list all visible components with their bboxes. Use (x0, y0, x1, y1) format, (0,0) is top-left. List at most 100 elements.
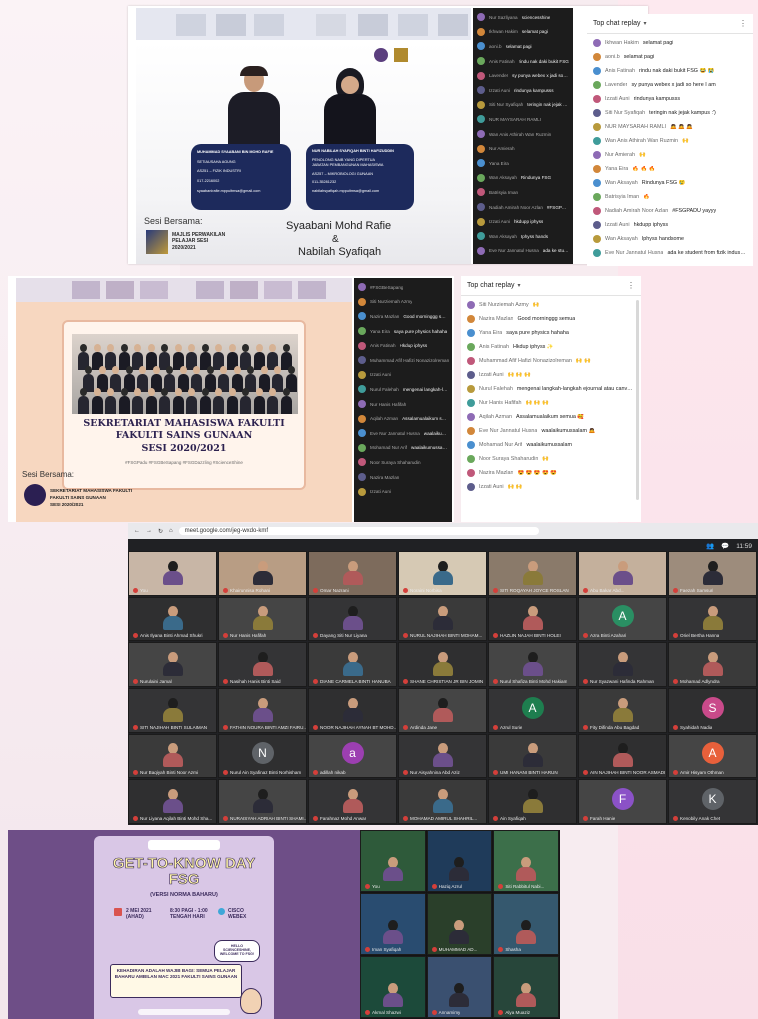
participant-tile[interactable]: HAZLIN NAJAH BINTI HOLEI (488, 596, 577, 642)
participant-tile[interactable]: SITI NAJIHAH BINTI SULAIMAN (128, 688, 217, 733)
participant-tile[interactable]: Nur Hanis Hafifah (218, 596, 307, 642)
participant-name: Haziq Azrul (431, 884, 462, 889)
participant-thumb[interactable] (216, 14, 246, 36)
participant-video (432, 697, 453, 722)
mic-muted-icon (673, 770, 678, 776)
participant-tile[interactable]: A Azra Binti Azahari (578, 596, 667, 642)
more-options-icon[interactable]: ⋮ (627, 281, 635, 290)
participant-thumb[interactable] (438, 14, 468, 36)
scrollbar[interactable] (636, 300, 639, 500)
participant-tile[interactable]: N Nurul Ain Syafinaz Binti Norhisham (218, 733, 307, 779)
participant-tile[interactable]: Noraini Norbisa (398, 551, 487, 596)
participant-tile[interactable]: MUHAMMAD AD... (426, 893, 493, 955)
people-icon[interactable]: 👥 (706, 542, 714, 550)
participant-thumb[interactable] (316, 14, 346, 36)
participant-tile[interactable]: Abu Bakar Abd... (578, 551, 667, 596)
participant-tile[interactable]: Faezah Samsuri (668, 551, 757, 596)
forward-icon[interactable]: → (146, 528, 152, 534)
participant-thumb[interactable] (254, 14, 284, 36)
participant-tile[interactable]: DIANE CARMELA BINTI HANUBA (308, 642, 397, 687)
participant-tile[interactable]: NOOR NAJIHAH AYNAH BT MOHD... (308, 688, 397, 733)
participant-tile[interactable]: a adillah nikab (308, 733, 397, 779)
participant-tile[interactable]: Nur Aisyahnina Abd Aziz (398, 733, 487, 779)
participant-tile[interactable]: FATHIN NOURA BINTI AMZI FAIRU... (218, 688, 307, 733)
home-icon[interactable]: ⌂ (169, 528, 173, 534)
chat-author: Wan Aksayah (489, 175, 517, 181)
participant-tile[interactable]: Farahnaz Mohd Anwar (308, 779, 397, 824)
participant-video (342, 606, 363, 631)
participant-tile[interactable]: A Azrul Surie (488, 688, 577, 733)
mic-muted-icon (431, 1010, 437, 1015)
chat-author: Lavender (489, 73, 509, 79)
participant-tile[interactable]: Mohamad Adlyndra (668, 642, 757, 687)
participant-thumb[interactable] (264, 281, 292, 299)
replay-title[interactable]: Top chat replay (467, 282, 514, 289)
participant-thumb[interactable] (176, 14, 206, 36)
participant-name-text: Anis Ilyana Binti Ahmad Shukri (140, 633, 203, 639)
participant-tile[interactable]: Siti Rabbitul Nabi... (493, 830, 559, 892)
mic-muted-icon (673, 724, 678, 730)
participant-tile[interactable]: Shasha (493, 893, 559, 955)
avatar (358, 429, 366, 438)
participant-tile[interactable]: Khairunnisa Rohani (218, 551, 307, 596)
back-icon[interactable]: ← (134, 528, 140, 534)
participant-tile[interactable]: F Farah Hanie (578, 779, 667, 824)
participant-tile[interactable]: Alya Muaziz (493, 956, 559, 1018)
mic-muted-icon (313, 815, 318, 821)
participant-thumb[interactable] (140, 281, 168, 299)
participant-tile[interactable]: S Syahidah Nadia (668, 688, 757, 733)
chat-icon[interactable]: 💬 (721, 542, 729, 550)
participant-tile[interactable]: Nur Syazwani Hafinda Rahman (578, 642, 667, 687)
participant-tile[interactable]: Oriel Bertha Hanna (668, 596, 757, 642)
participant-tile[interactable]: Akmal Shazwi (360, 956, 426, 1018)
participant-thumb[interactable] (106, 281, 134, 299)
participant-tile[interactable]: You (360, 830, 426, 892)
participant-thumb[interactable] (72, 281, 100, 299)
participant-tile[interactable]: Annamimy (426, 956, 493, 1018)
participant-tile[interactable]: UMI HANANI BINTI HARUN (488, 733, 577, 779)
chat-message: Ikhwan Hakim selamat pagi (477, 25, 569, 40)
participant-name-text: Nurulaini Jamal (140, 678, 172, 684)
participant-thumb[interactable] (230, 281, 258, 299)
participant-thumb[interactable] (196, 281, 224, 299)
participant-thumb[interactable] (358, 14, 388, 36)
participant-name: NURAISYAH ADRIAH BINTI SHAMI... (223, 815, 306, 821)
avatar (477, 86, 485, 95)
participant-tile[interactable]: K Kenobily Anak Chet (668, 779, 757, 824)
participant-tile[interactable]: NURAISYAH ADRIAH BINTI SHAMI... (218, 779, 307, 824)
participant-tile[interactable]: MOHAMAD AMIRUL SHAHRIL... (398, 779, 487, 824)
url-bar[interactable]: meet.google.com/jeg-wxdo-kmf (178, 527, 539, 535)
participant-name: Akmal Shazwi (365, 1010, 401, 1015)
chevron-down-icon[interactable]: ▾ (643, 20, 646, 27)
participant-tile[interactable]: Iman Syafiqah (360, 893, 426, 955)
more-options-icon[interactable]: ⋮ (739, 19, 747, 28)
chat-message: Nazira Mazlan (358, 470, 448, 485)
participant-tile[interactable]: Omar Nazrani (308, 551, 397, 596)
group-photo (72, 334, 298, 414)
participant-name-text: AIN NAJIHAH BINTI NOOR ASMADI (590, 770, 666, 776)
participant-tile[interactable]: Ain Syafiqah (488, 779, 577, 824)
participant-tile[interactable]: Nurul Shafiza Binti Mohd Hakiam (488, 642, 577, 687)
participant-tile[interactable]: AIN NAJIHAH BINTI NOOR ASMADI (578, 733, 667, 779)
participant-tile[interactable]: Dayang Siti Nur Liyana (308, 596, 397, 642)
reload-icon[interactable]: ↻ (158, 528, 163, 535)
participant-thumb[interactable] (298, 281, 326, 299)
participant-tile[interactable]: Nasihah Hanis Binti Said (218, 642, 307, 687)
avatar (358, 370, 366, 379)
participant-tile[interactable]: Haziq Azrul (426, 830, 493, 892)
replay-title[interactable]: Top chat replay (593, 20, 640, 27)
participant-tile[interactable]: Nur Liyana Aqilah Binti Mohd Sha... (128, 779, 217, 824)
participant-tile[interactable]: Anis Ilyana Binti Ahmad Shukri (128, 596, 217, 642)
participant-tile[interactable]: SHANE CHRISTIAN JR BIN JOMIN (398, 642, 487, 687)
mic-muted-icon (365, 1010, 370, 1015)
participant-tile[interactable]: NURUL NAJIHAH BINTI MOHAM... (398, 596, 487, 642)
participant-tile[interactable]: You (128, 551, 217, 596)
participant-tile[interactable]: Ardinda Jane (398, 688, 487, 733)
participant-tile[interactable]: Nur Baqiyah Binti Noor Azmi (128, 733, 217, 779)
chevron-down-icon[interactable]: ▾ (517, 282, 520, 289)
participant-thumb[interactable] (398, 14, 428, 36)
participant-tile[interactable]: A Amir Hisyam Othman (668, 733, 757, 779)
participant-tile[interactable]: SITI ROQAYAH JOYCE ROSLAN (488, 551, 577, 596)
participant-tile[interactable]: Nurulaini Jamal (128, 642, 217, 687)
participant-tile[interactable]: Fity Difinda Abu Bagdad (578, 688, 667, 733)
